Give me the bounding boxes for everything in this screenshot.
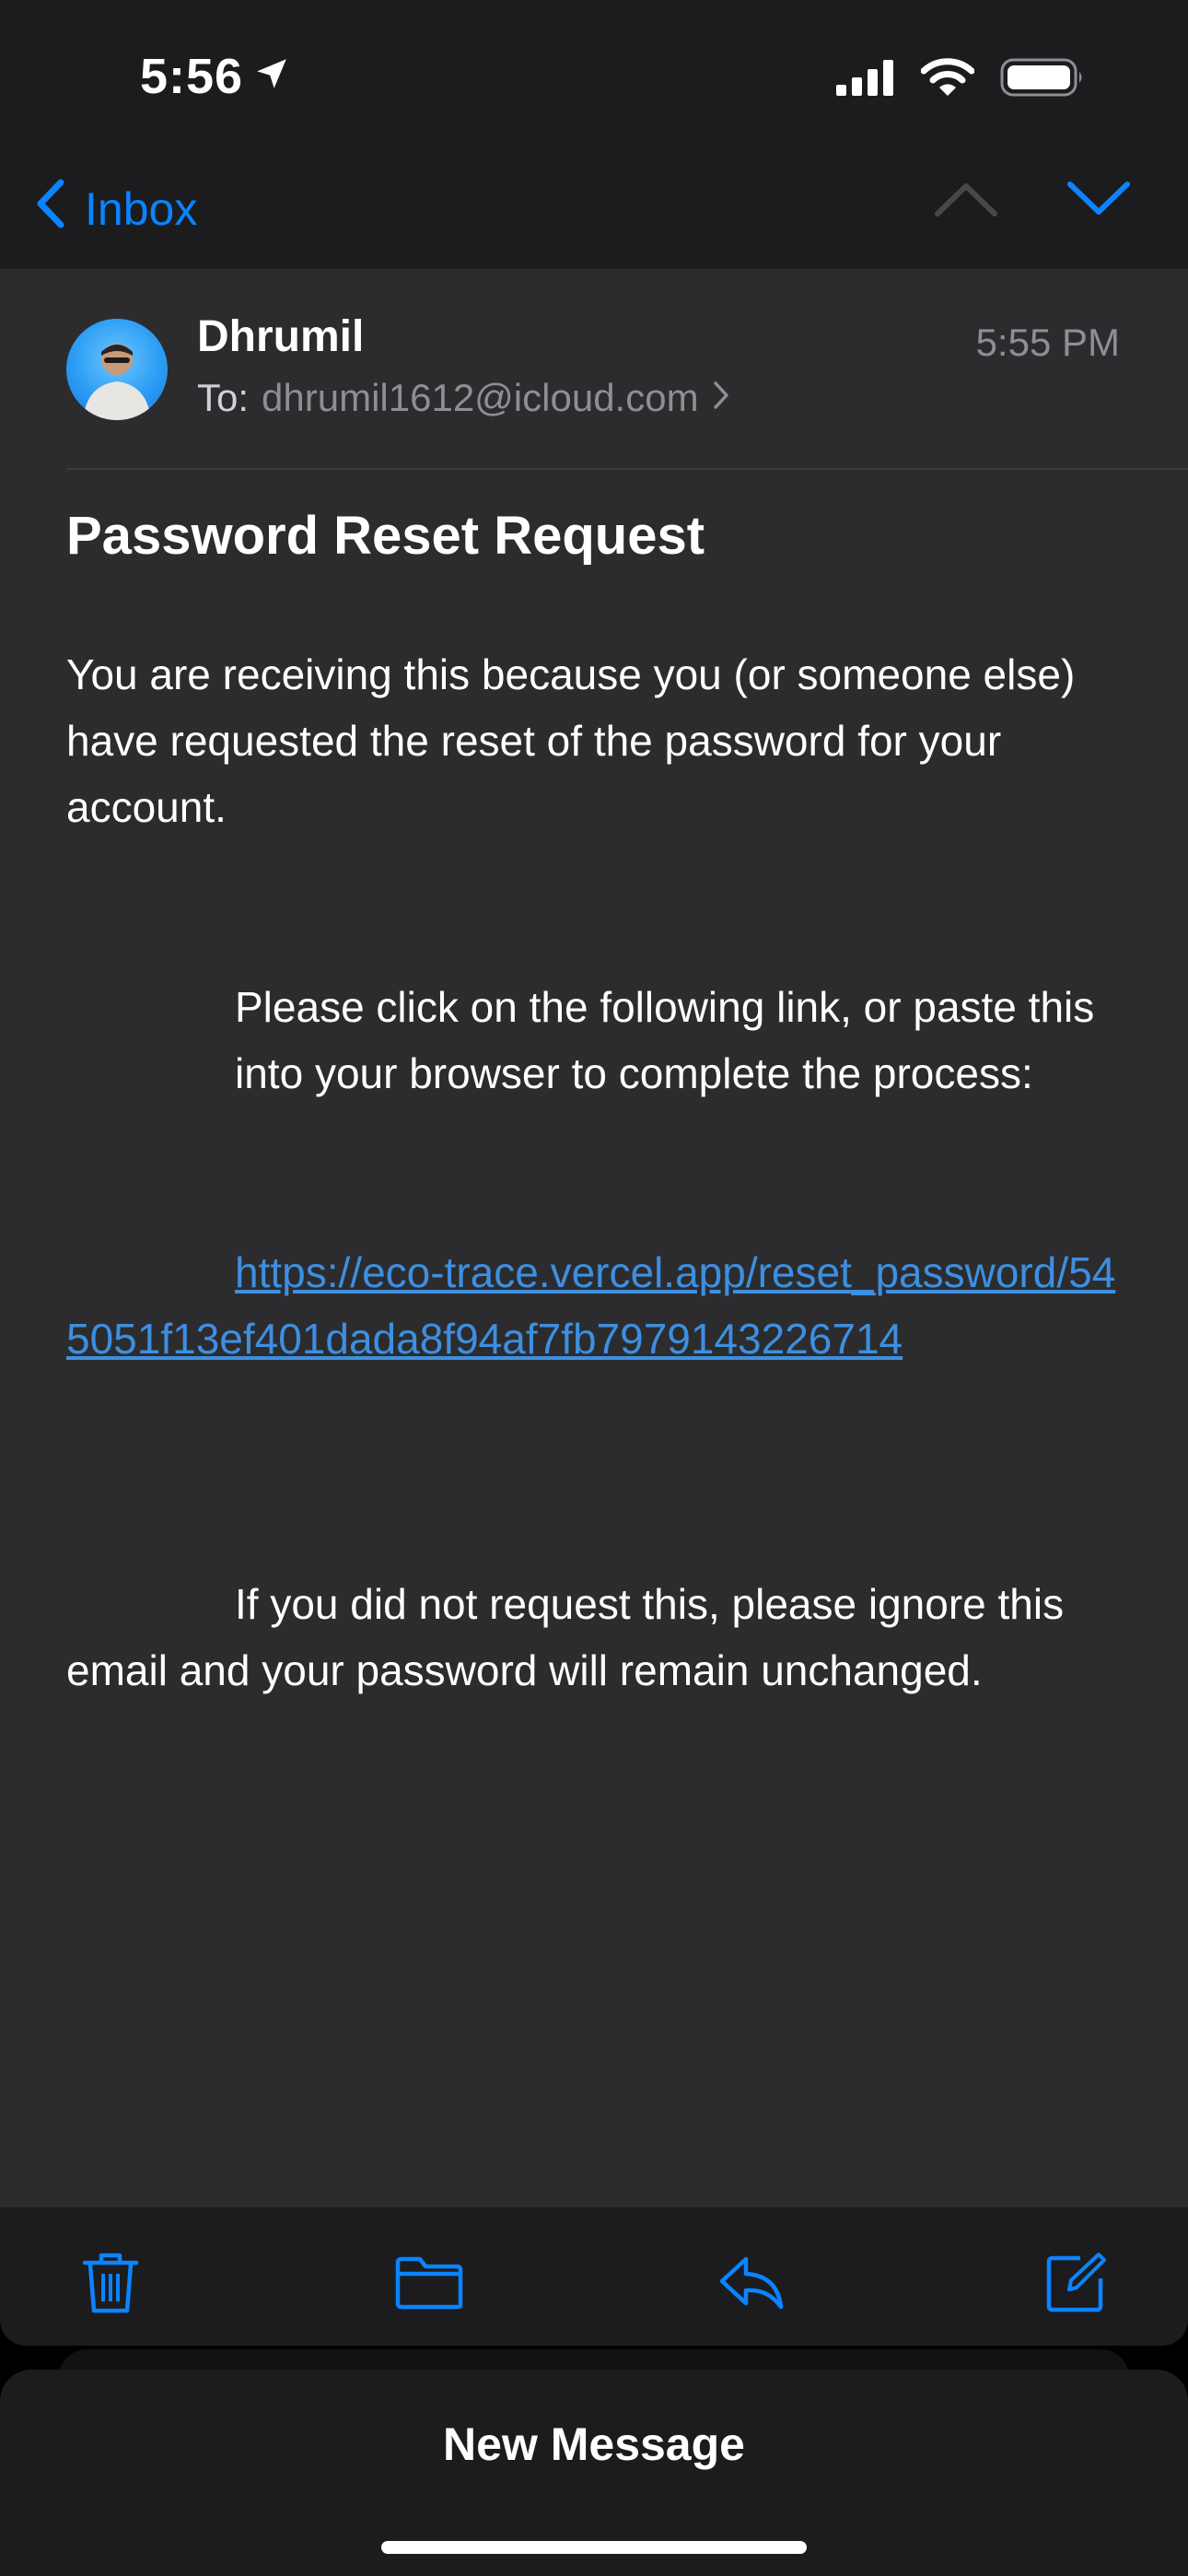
status-bar-time: 5:56 (140, 48, 291, 105)
sender-name: Dhrumil (197, 312, 365, 361)
to-label: To: (197, 376, 250, 419)
wifi-icon (920, 57, 975, 102)
new-message-title[interactable]: New Message (0, 2418, 1188, 2471)
chevron-left-icon (33, 177, 68, 241)
compose-button[interactable] (1039, 2246, 1112, 2320)
move-to-folder-button[interactable] (392, 2246, 466, 2320)
person-silhouette-icon (83, 344, 151, 420)
avatar[interactable] (66, 319, 168, 420)
reply-button[interactable] (715, 2246, 788, 2320)
battery-icon (1000, 57, 1085, 102)
trash-icon (82, 2253, 139, 2313)
compose-icon (1046, 2253, 1106, 2313)
reset-link-block: https://eco-trace.vercel.app/reset_passw… (66, 1239, 1125, 1372)
body-paragraph-ignore: If you did not request this, please igno… (66, 1571, 1125, 1704)
body-paragraph-intro: You are receiving this because you (or s… (66, 650, 1076, 831)
recipient-address: dhrumil1612@icloud.com (262, 376, 699, 419)
home-indicator[interactable] (381, 2541, 807, 2554)
body-paragraph-instructions: Please click on the following link, or p… (66, 974, 1125, 1107)
header-divider (66, 468, 1188, 470)
clock-label: 5:56 (140, 49, 244, 104)
received-time: 5:55 PM (975, 321, 1120, 364)
recipient-row[interactable]: To: dhrumil1612@icloud.com (197, 376, 730, 420)
chevron-right-icon (712, 376, 730, 420)
ignore-text: If you did not request this, please igno… (66, 1580, 1065, 1694)
chevron-up-icon[interactable] (934, 181, 998, 222)
message-navigation (934, 181, 1131, 222)
status-bar-indicators (836, 57, 1085, 102)
reply-icon (719, 2256, 784, 2310)
message-toolbar (0, 2207, 1188, 2346)
location-arrow-icon (252, 48, 291, 105)
back-label: Inbox (85, 183, 198, 235)
trash-button[interactable] (74, 2246, 147, 2320)
instructions-text: Please click on the following link, or p… (235, 983, 1095, 1097)
subject-heading: Password Reset Request (66, 506, 705, 566)
folder-icon (395, 2256, 463, 2310)
back-to-inbox-button[interactable]: Inbox (33, 177, 197, 241)
cellular-signal-icon (836, 59, 895, 100)
reset-password-link[interactable]: https://eco-trace.vercel.app/reset_passw… (66, 1239, 1125, 1372)
chevron-down-icon[interactable] (1066, 181, 1131, 222)
